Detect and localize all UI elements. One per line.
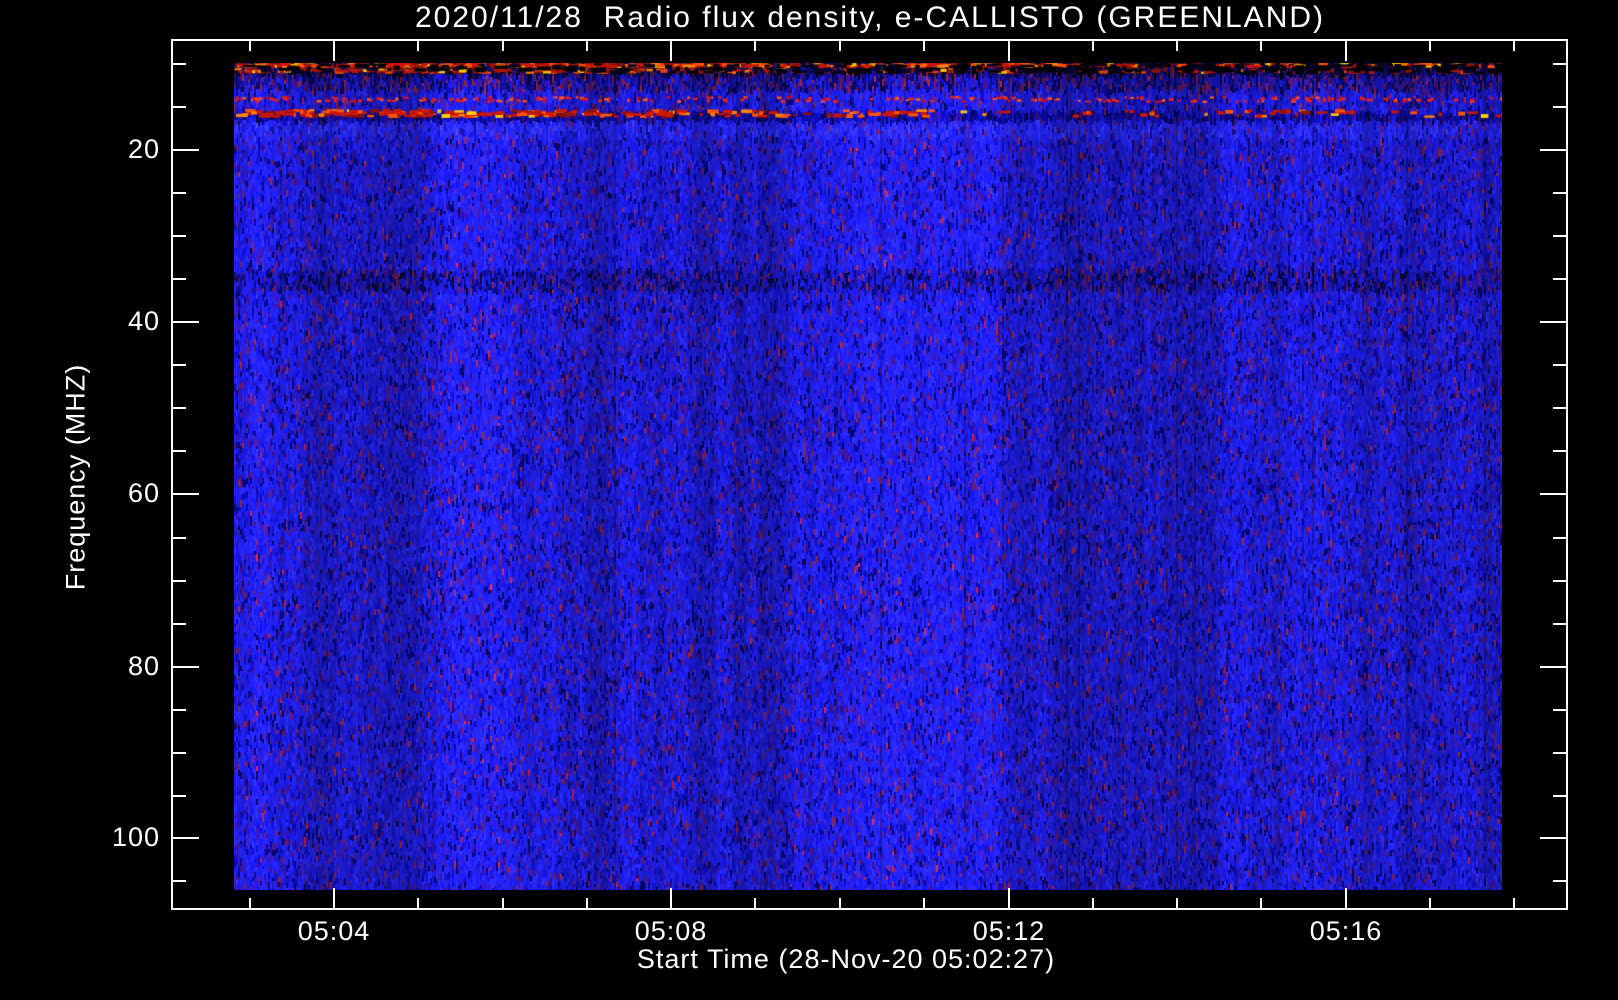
y-axis-tick: [1553, 364, 1566, 366]
y-axis-tick: [1540, 321, 1566, 323]
x-tick-label: 05:16: [1309, 916, 1383, 946]
y-axis-tick: [1553, 106, 1566, 108]
x-axis-tick: [670, 888, 672, 908]
y-tick-label: 100: [111, 822, 160, 852]
x-axis-tick: [333, 888, 335, 908]
y-axis-tick: [173, 837, 199, 839]
y-tick-label: 80: [127, 651, 160, 681]
x-axis-tick: [1345, 888, 1347, 908]
y-axis-tick: [173, 321, 199, 323]
x-axis-tick: [417, 898, 419, 908]
y-axis-tick: [1553, 880, 1566, 882]
y-axis-tick: [173, 106, 186, 108]
y-axis-tick: [173, 192, 186, 194]
y-axis-tick: [1553, 235, 1566, 237]
y-axis-tick: [1553, 623, 1566, 625]
x-axis-tick: [754, 898, 756, 908]
x-tick-label: 05:08: [634, 916, 708, 946]
y-axis-tick: [173, 795, 186, 797]
y-axis-tick: [173, 278, 186, 280]
y-axis-tick: [1553, 450, 1566, 452]
x-axis-tick: [1513, 898, 1515, 908]
y-axis-tick: [173, 364, 186, 366]
y-axis-tick: [1540, 837, 1566, 839]
y-axis-tick: [1540, 666, 1566, 668]
x-axis-tick: [1008, 888, 1010, 908]
y-axis-tick: [173, 450, 186, 452]
y-axis-tick: [173, 63, 186, 65]
x-axis-tick: [1429, 41, 1431, 51]
y-axis-tick: [173, 407, 186, 409]
x-axis-tick: [333, 41, 335, 61]
y-axis-tick: [1553, 537, 1566, 539]
y-tick-label: 20: [127, 134, 160, 164]
x-axis-tick: [1176, 41, 1178, 51]
x-axis-tick: [1345, 41, 1347, 61]
y-axis-tick: [173, 493, 199, 495]
y-axis-tick: [1553, 752, 1566, 754]
x-axis-tick: [1429, 898, 1431, 908]
x-axis-tick: [1092, 41, 1094, 51]
y-axis-tick: [1553, 709, 1566, 711]
x-axis-tick: [1260, 41, 1262, 51]
y-axis-label: Frequency (MHZ): [60, 363, 91, 591]
x-axis-tick: [502, 41, 504, 51]
spectrogram-page: 2020/11/28 Radio flux density, e-CALLIST…: [0, 0, 1618, 1000]
y-axis-tick: [173, 880, 186, 882]
x-axis-tick: [923, 41, 925, 51]
x-axis-tick: [586, 41, 588, 51]
x-axis-tick: [1008, 41, 1010, 61]
x-axis-tick: [839, 41, 841, 51]
y-axis-tick: [1553, 580, 1566, 582]
y-axis-tick: [173, 580, 186, 582]
y-axis-tick: [173, 537, 186, 539]
y-axis-tick: [173, 709, 186, 711]
y-tick-label: 60: [127, 478, 160, 508]
y-axis-tick: [173, 752, 186, 754]
y-axis-tick: [173, 666, 199, 668]
x-axis-tick: [1176, 898, 1178, 908]
y-axis-tick: [173, 623, 186, 625]
y-axis-tick: [1553, 192, 1566, 194]
plot-frame: [171, 39, 1568, 910]
y-axis-tick: [1553, 63, 1566, 65]
y-axis-tick: [1540, 149, 1566, 151]
x-axis-tick: [670, 41, 672, 61]
y-axis-tick: [1553, 407, 1566, 409]
x-axis-tick: [586, 898, 588, 908]
y-axis-tick: [1553, 278, 1566, 280]
x-axis-tick: [249, 41, 251, 51]
x-axis-tick: [1092, 898, 1094, 908]
y-axis-tick: [1553, 795, 1566, 797]
y-axis-tick: [173, 235, 186, 237]
x-axis-tick: [502, 898, 504, 908]
x-axis-tick: [1513, 41, 1515, 51]
x-axis-tick: [417, 41, 419, 51]
y-axis-tick: [1540, 493, 1566, 495]
plot-title: 2020/11/28 Radio flux density, e-CALLIST…: [414, 1, 1326, 34]
y-tick-label: 40: [127, 306, 160, 336]
x-axis-tick: [1260, 898, 1262, 908]
x-axis-tick: [839, 898, 841, 908]
x-axis-label: Start Time (28-Nov-20 05:02:27): [636, 944, 1056, 974]
x-axis-tick: [923, 898, 925, 908]
y-axis-tick: [173, 149, 199, 151]
x-tick-label: 05:04: [297, 916, 371, 946]
x-axis-tick: [754, 41, 756, 51]
x-axis-tick: [249, 898, 251, 908]
x-tick-label: 05:12: [972, 916, 1046, 946]
